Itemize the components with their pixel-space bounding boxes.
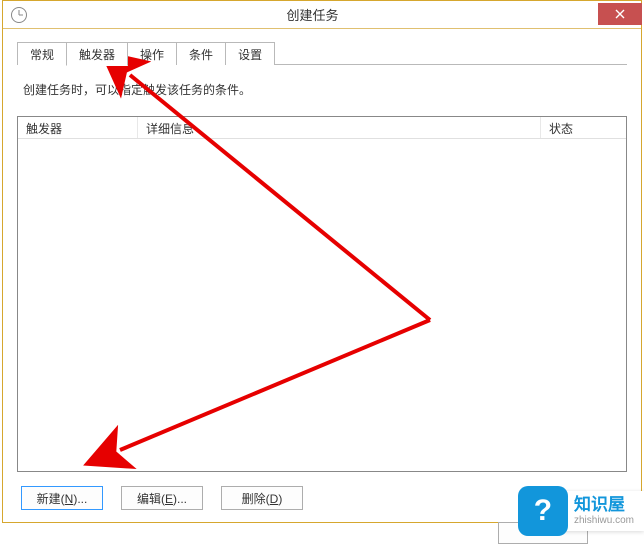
col-details[interactable]: 详细信息 [138,117,541,138]
dialog-content: 常规 触发器 操作 条件 设置 创建任务时，可以指定触发该任务的条件。 触发器 … [3,29,641,522]
watermark: ? 知识屋 zhishiwu.com [518,486,644,536]
watermark-badge: ? [518,486,568,536]
edit-button-label: 编辑(E)... [137,492,187,506]
close-icon [615,9,625,19]
delete-button[interactable]: 删除(D) [221,486,303,510]
description-text: 创建任务时，可以指定触发该任务的条件。 [17,65,627,116]
col-status[interactable]: 状态 [541,117,626,138]
new-button[interactable]: 新建(N)... [21,486,103,510]
watermark-brand-en: zhishiwu.com [574,515,634,526]
close-button[interactable] [598,3,642,25]
question-icon: ? [534,494,552,528]
tab-settings[interactable]: 设置 [225,42,275,65]
col-trigger[interactable]: 触发器 [18,117,138,138]
triggers-list[interactable]: 触发器 详细信息 状态 [17,116,627,472]
list-body[interactable] [18,139,626,471]
titlebar[interactable]: 创建任务 [3,1,641,29]
new-button-label: 新建(N)... [37,492,88,506]
delete-button-label: 删除(D) [242,492,283,506]
dialog-window: 创建任务 常规 触发器 操作 条件 设置 创建任务时，可以指定触发该任务的条件。… [2,0,642,523]
tab-general[interactable]: 常规 [17,42,67,65]
clock-icon [11,7,27,23]
tab-conditions[interactable]: 条件 [176,42,226,65]
watermark-brand-cn: 知识屋 [574,496,634,515]
tab-strip: 常规 触发器 操作 条件 设置 [17,41,627,65]
list-headers: 触发器 详细信息 状态 [18,117,626,139]
tab-triggers[interactable]: 触发器 [66,42,128,66]
edit-button[interactable]: 编辑(E)... [121,486,203,510]
tab-actions[interactable]: 操作 [127,42,177,65]
window-title: 创建任务 [27,5,598,24]
